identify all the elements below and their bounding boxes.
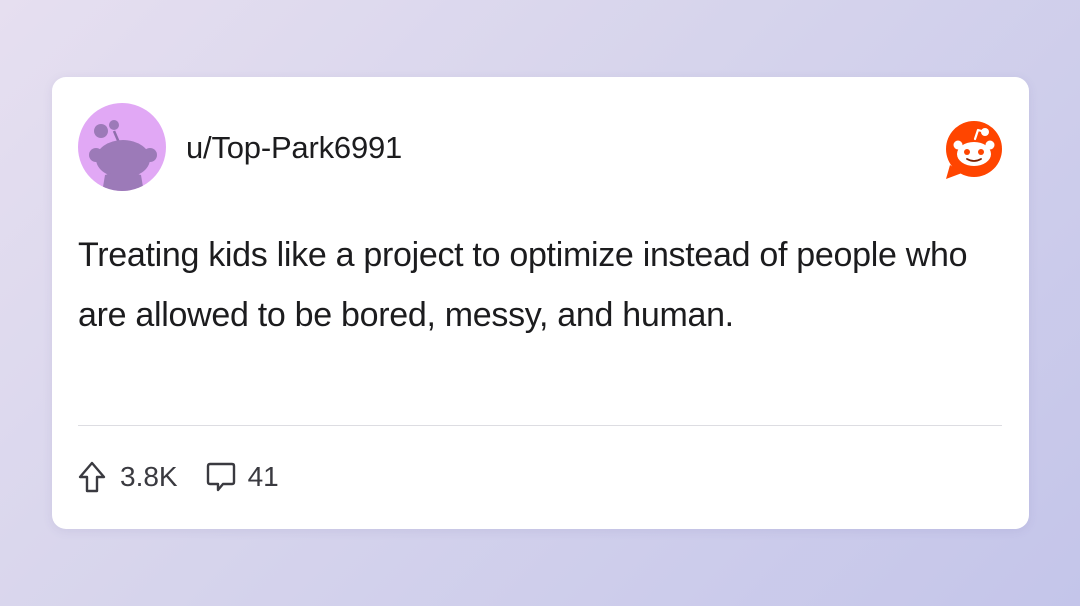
comment-count: 41 bbox=[247, 461, 279, 492]
username[interactable]: u/Top-Park6991 bbox=[186, 130, 402, 166]
upvote-count: 3.8K bbox=[120, 461, 178, 492]
snoo-avatar-icon bbox=[89, 120, 157, 191]
comment-bubble-icon bbox=[206, 462, 235, 492]
post-stats-bar: 3.8K 41 bbox=[78, 459, 279, 495]
post-body-text: Treating kids like a project to optimize… bbox=[78, 236, 968, 334]
user-avatar[interactable] bbox=[78, 103, 166, 191]
post-card[interactable]: u/Top-Park6991 Treating kids like a proj… bbox=[52, 77, 1029, 529]
comments-button[interactable]: 41 bbox=[178, 461, 279, 493]
upvote-arrow-icon bbox=[78, 461, 106, 493]
upvote-button[interactable]: 3.8K bbox=[78, 461, 178, 493]
reddit-logo-icon bbox=[942, 121, 1006, 181]
divider bbox=[78, 425, 1002, 426]
